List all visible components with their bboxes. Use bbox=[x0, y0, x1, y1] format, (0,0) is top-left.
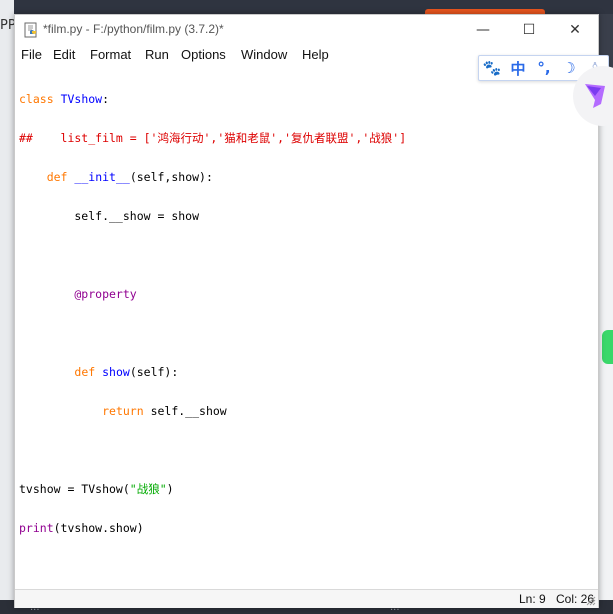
code-line-11: tvshow = TVshow("战狼") bbox=[19, 483, 587, 496]
menu-window[interactable]: Window bbox=[241, 47, 287, 62]
paw-icon[interactable]: 🐾 bbox=[483, 59, 502, 77]
ime-punctuation-toggle[interactable]: °, bbox=[534, 59, 554, 77]
code-line-3: def __init__(self,show): bbox=[19, 171, 587, 184]
keyword: def bbox=[46, 170, 68, 184]
builtin: print bbox=[19, 521, 54, 535]
code-editor[interactable]: class TVshow: ## list_film = ['鸿海行动','猫和… bbox=[19, 67, 587, 587]
window-title: *film.py - F:/python/film.py (3.7.2)* bbox=[43, 22, 224, 36]
resize-grip-icon[interactable] bbox=[586, 596, 596, 606]
title-bar[interactable]: *film.py - F:/python/film.py (3.7.2)* — … bbox=[15, 15, 598, 45]
function-name: __init__ bbox=[74, 170, 130, 184]
status-line: Ln: 9 bbox=[519, 592, 546, 606]
code-text: (self): bbox=[129, 365, 179, 379]
code-text: (tvshow.show) bbox=[53, 521, 144, 535]
status-bar: Ln: 9 Col: 26 bbox=[15, 589, 598, 608]
function-name: show bbox=[102, 365, 130, 379]
menu-file[interactable]: File bbox=[21, 47, 42, 62]
code-line-12: print(tvshow.show) bbox=[19, 522, 587, 535]
background-left-window bbox=[0, 0, 14, 614]
ime-language-toggle[interactable]: 中 bbox=[508, 59, 528, 78]
menu-format[interactable]: Format bbox=[90, 47, 131, 62]
code-text: (self,show): bbox=[129, 170, 213, 184]
code-line-8: def show(self): bbox=[19, 366, 587, 379]
menu-run[interactable]: Run bbox=[145, 47, 169, 62]
idle-editor-window: *film.py - F:/python/film.py (3.7.2)* — … bbox=[14, 14, 599, 608]
menu-edit[interactable]: Edit bbox=[53, 47, 75, 62]
python-file-icon bbox=[24, 22, 37, 38]
background-green-tab bbox=[602, 330, 613, 364]
code-line-9: return self.__show bbox=[19, 405, 587, 418]
code-text: self.__show bbox=[143, 404, 227, 418]
code-line-1: class TVshow: bbox=[19, 93, 587, 106]
code-line-6: @property bbox=[19, 287, 137, 301]
menu-options[interactable]: Options bbox=[181, 47, 226, 62]
code-text: : bbox=[102, 92, 110, 106]
keyword: return bbox=[102, 404, 144, 418]
code-text: tvshow = TVshow( bbox=[19, 482, 130, 496]
code-text: ) bbox=[166, 482, 174, 496]
keyword: def bbox=[74, 365, 96, 379]
code-line-2: ## list_film = ['鸿海行动','猫和老鼠','复仇者联盟','战… bbox=[19, 131, 407, 145]
maximize-button[interactable]: ☐ bbox=[506, 15, 552, 45]
menu-help[interactable]: Help bbox=[302, 47, 329, 62]
code-line-4: self.__show = show bbox=[19, 209, 200, 223]
keyword: class bbox=[19, 92, 54, 106]
close-button[interactable]: ✕ bbox=[552, 15, 598, 45]
class-name: TVshow bbox=[60, 92, 103, 106]
minimize-button[interactable]: — bbox=[460, 15, 506, 45]
string-literal: "战狼" bbox=[129, 482, 167, 496]
assistant-bubble-icon[interactable] bbox=[565, 64, 613, 128]
